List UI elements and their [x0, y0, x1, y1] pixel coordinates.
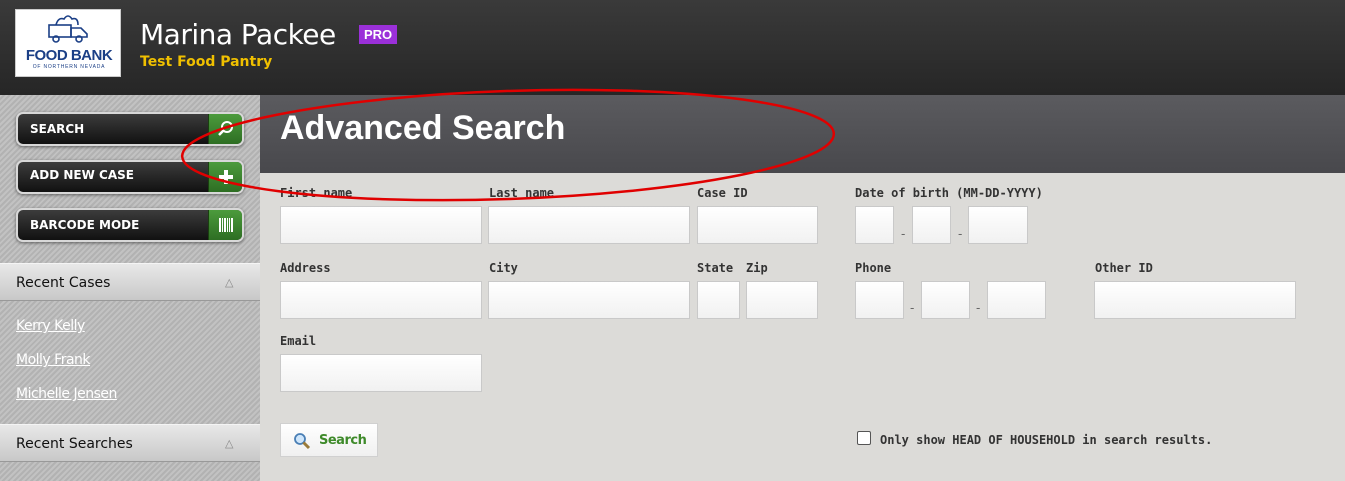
add-new-case-button[interactable]: ADD NEW CASE [16, 160, 244, 194]
first-name-input[interactable] [280, 206, 482, 244]
search-button[interactable]: Search [280, 423, 378, 457]
collapse-triangle-icon[interactable]: △ [225, 437, 233, 450]
address-input[interactable] [280, 281, 482, 319]
plus-icon [208, 162, 242, 192]
user-name: Marina Packee [140, 18, 336, 51]
barcode-icon [208, 210, 242, 240]
email-label: Email [280, 334, 317, 348]
zip-label: Zip [746, 261, 768, 275]
search-icon [208, 114, 242, 144]
case-id-label: Case ID [697, 186, 748, 200]
dob-separator: - [958, 226, 963, 241]
head-of-household-label[interactable]: Only show HEAD OF HOUSEHOLD in search re… [880, 433, 1212, 447]
recent-case-link[interactable]: Michelle Jensen [16, 386, 117, 402]
dob-separator: - [901, 226, 906, 241]
first-name-label: First name [280, 186, 353, 200]
pantry-name: Test Food Pantry [140, 54, 273, 70]
city-label: City [489, 261, 518, 275]
recent-case-link[interactable]: Kerry Kelly [16, 318, 85, 334]
phone-label: Phone [855, 261, 892, 275]
add-new-case-label: ADD NEW CASE [30, 168, 134, 182]
phone-prefix-input[interactable] [921, 281, 970, 319]
search-nav-label: SEARCH [30, 122, 85, 136]
state-input[interactable] [697, 281, 740, 319]
logo-title: FOOD BANK [25, 47, 113, 64]
phone-separator: - [910, 300, 915, 315]
recent-case-link[interactable]: Molly Frank [16, 352, 91, 368]
email-input[interactable] [280, 354, 482, 392]
pro-badge: PRO [359, 25, 398, 44]
truck-icon [48, 15, 88, 43]
search-nav-button[interactable]: SEARCH [16, 112, 244, 146]
recent-searches-title: Recent Searches [16, 436, 133, 452]
dob-year-input[interactable] [968, 206, 1028, 244]
magnifier-icon [293, 432, 311, 455]
last-name-label: Last name [489, 186, 555, 200]
phone-line-input[interactable] [987, 281, 1046, 319]
recent-cases-header[interactable]: Recent Cases △ [0, 263, 260, 301]
logo-subtitle: OF NORTHERN NEVADA [32, 64, 106, 70]
other-id-input[interactable] [1094, 281, 1296, 319]
dob-day-input[interactable] [912, 206, 951, 244]
food-bank-logo[interactable]: FOOD BANK OF NORTHERN NEVADA [15, 9, 121, 77]
city-input[interactable] [488, 281, 690, 319]
last-name-input[interactable] [488, 206, 690, 244]
address-label: Address [280, 261, 331, 275]
recent-searches-header[interactable]: Recent Searches △ [0, 424, 260, 462]
page-title-bar: Advanced Search [260, 95, 1345, 173]
phone-area-input[interactable] [855, 281, 904, 319]
page-title: Advanced Search [280, 109, 566, 147]
recent-cases-title: Recent Cases [16, 275, 111, 291]
phone-separator: - [976, 300, 981, 315]
zip-input[interactable] [746, 281, 818, 319]
case-id-input[interactable] [697, 206, 818, 244]
state-label: State [697, 261, 734, 275]
collapse-triangle-icon[interactable]: △ [225, 276, 233, 289]
dob-label: Date of birth (MM-DD-YYYY) [855, 186, 1043, 200]
head-of-household-checkbox[interactable] [857, 431, 871, 445]
search-button-label: Search [319, 433, 367, 448]
dob-month-input[interactable] [855, 206, 894, 244]
barcode-mode-label: BARCODE MODE [30, 218, 140, 232]
app-header: FOOD BANK OF NORTHERN NEVADA Marina Pack… [0, 0, 1345, 95]
barcode-mode-button[interactable]: BARCODE MODE [16, 208, 244, 242]
other-id-label: Other ID [1095, 261, 1153, 275]
